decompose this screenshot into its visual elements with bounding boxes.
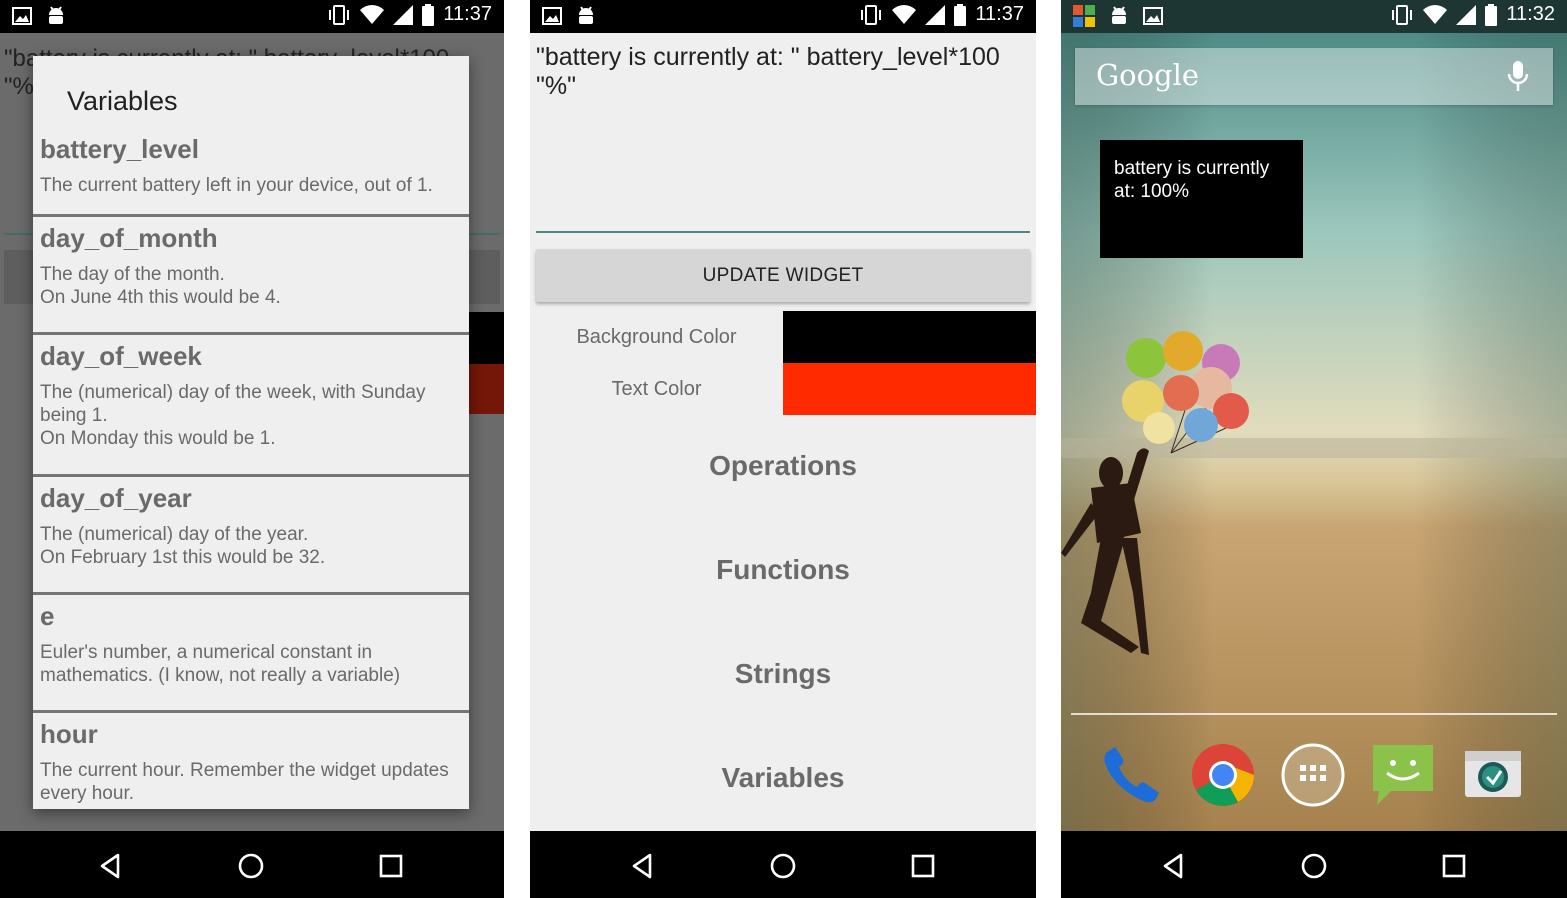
- strings-button[interactable]: Strings: [530, 658, 1036, 698]
- android-notification-icon: [579, 6, 593, 24]
- text-color-swatch[interactable]: [783, 363, 1036, 415]
- variable-name: day_of_year: [40, 483, 192, 513]
- vibrate-icon: [329, 4, 350, 25]
- phone-screen-widget-editor: 11:37 "battery is currently at: " batter…: [530, 0, 1036, 898]
- signal-icon: [393, 4, 414, 25]
- messenger-icon[interactable]: [1371, 743, 1435, 807]
- variable-description: The (numerical) day of the year. On Febr…: [40, 524, 326, 568]
- background-color-swatch-black: [469, 312, 504, 364]
- variable-name: day_of_week: [40, 341, 202, 371]
- google-logo: Google: [1096, 58, 1200, 92]
- variable-item-day-of-month[interactable]: day_of_month The day of the month. On Ju…: [33, 217, 469, 335]
- background-color-swatch[interactable]: [783, 311, 1036, 363]
- variable-name: hour: [40, 719, 98, 749]
- battery-icon: [422, 3, 435, 26]
- variable-name: battery_level: [40, 134, 199, 164]
- phone-screen-variables-dialog: 11:37 "battery is currently at: " batter…: [0, 0, 504, 898]
- wifi-icon: [892, 4, 917, 24]
- variable-item-day-of-year[interactable]: day_of_year The (numerical) day of the y…: [33, 477, 469, 595]
- variable-item-battery-level[interactable]: battery_level The current battery left i…: [33, 128, 469, 217]
- variables-dialog: Variables battery_level The current batt…: [33, 56, 469, 809]
- background-color-swatch-red: [469, 364, 504, 414]
- microphone-icon[interactable]: [1505, 60, 1531, 94]
- phone-icon[interactable]: [1099, 743, 1163, 807]
- background-color-label: Background Color: [576, 325, 737, 348]
- back-icon[interactable]: [628, 851, 658, 881]
- image-notification-icon: [542, 7, 562, 25]
- navigation-bar: [530, 831, 1036, 898]
- variable-description: The (numerical) day of the week, with Su…: [40, 382, 426, 449]
- home-icon[interactable]: [1299, 851, 1329, 881]
- google-search-bar[interactable]: Google: [1075, 48, 1553, 105]
- formula-input[interactable]: "battery is currently at: " battery_leve…: [536, 43, 1016, 101]
- operations-button[interactable]: Operations: [530, 450, 1036, 490]
- variable-description: The current battery left in your device,…: [40, 175, 433, 196]
- text-color-row: Text Color: [530, 363, 1036, 415]
- phone-screen-home: 11:32 Google battery is currently at: 10…: [1061, 0, 1567, 898]
- status-bar: 11:37: [0, 0, 504, 33]
- battery-icon: [1485, 3, 1498, 26]
- status-time: 11:37: [443, 3, 492, 25]
- functions-button[interactable]: Functions: [530, 554, 1036, 594]
- variables-list[interactable]: battery_level The current battery left i…: [33, 128, 469, 809]
- vibrate-icon: [861, 4, 882, 25]
- recents-icon[interactable]: [376, 851, 406, 881]
- variable-item-e[interactable]: e Euler's number, a numerical constant i…: [33, 595, 469, 713]
- home-icon[interactable]: [768, 851, 798, 881]
- home-icon[interactable]: [236, 851, 266, 881]
- app-notification-icon: [1073, 5, 1095, 27]
- vibrate-icon: [1392, 4, 1413, 25]
- variable-name: e: [40, 601, 55, 631]
- variable-item-day-of-week[interactable]: day_of_week The (numerical) day of the w…: [33, 335, 469, 477]
- variable-description: The current hour. Remember the widget up…: [40, 760, 449, 804]
- dock-divider: [1071, 713, 1557, 715]
- status-time: 11:32: [1506, 3, 1555, 25]
- text-color-label: Text Color: [611, 377, 702, 400]
- dialog-title: Variables: [67, 86, 178, 116]
- app-drawer-icon[interactable]: [1281, 743, 1345, 807]
- status-bar: 11:32: [1061, 0, 1567, 33]
- back-icon[interactable]: [96, 851, 126, 881]
- signal-icon: [1456, 4, 1477, 25]
- battery-icon: [954, 3, 967, 26]
- variable-description: Euler's number, a numerical constant in …: [40, 642, 401, 686]
- recents-icon[interactable]: [1439, 851, 1469, 881]
- signal-icon: [925, 4, 946, 25]
- navigation-bar: [0, 831, 504, 898]
- navigation-bar: [1061, 831, 1567, 898]
- background-color-row: Background Color: [530, 311, 1036, 363]
- formula-input-underline: [536, 231, 1030, 233]
- recents-icon[interactable]: [908, 851, 938, 881]
- update-widget-button[interactable]: UPDATE WIDGET: [536, 249, 1030, 302]
- image-notification-icon: [1143, 7, 1163, 25]
- status-bar: 11:37: [530, 0, 1036, 33]
- chrome-icon[interactable]: [1191, 743, 1255, 807]
- android-notification-icon: [1112, 6, 1126, 24]
- image-notification-icon: [12, 7, 32, 25]
- battery-widget[interactable]: battery is currently at: 100%: [1100, 140, 1303, 258]
- wifi-icon: [360, 4, 385, 24]
- editor-background: [530, 33, 1036, 831]
- variable-name: day_of_month: [40, 223, 218, 253]
- android-notification-icon: [49, 6, 63, 24]
- status-time: 11:37: [975, 3, 1024, 25]
- variable-description: The day of the month. On June 4th this w…: [40, 264, 281, 308]
- back-icon[interactable]: [1159, 851, 1189, 881]
- camera-icon[interactable]: [1461, 743, 1525, 807]
- wifi-icon: [1423, 4, 1448, 24]
- variable-item-hour[interactable]: hour The current hour. Remember the widg…: [33, 713, 469, 809]
- variables-button[interactable]: Variables: [530, 762, 1036, 802]
